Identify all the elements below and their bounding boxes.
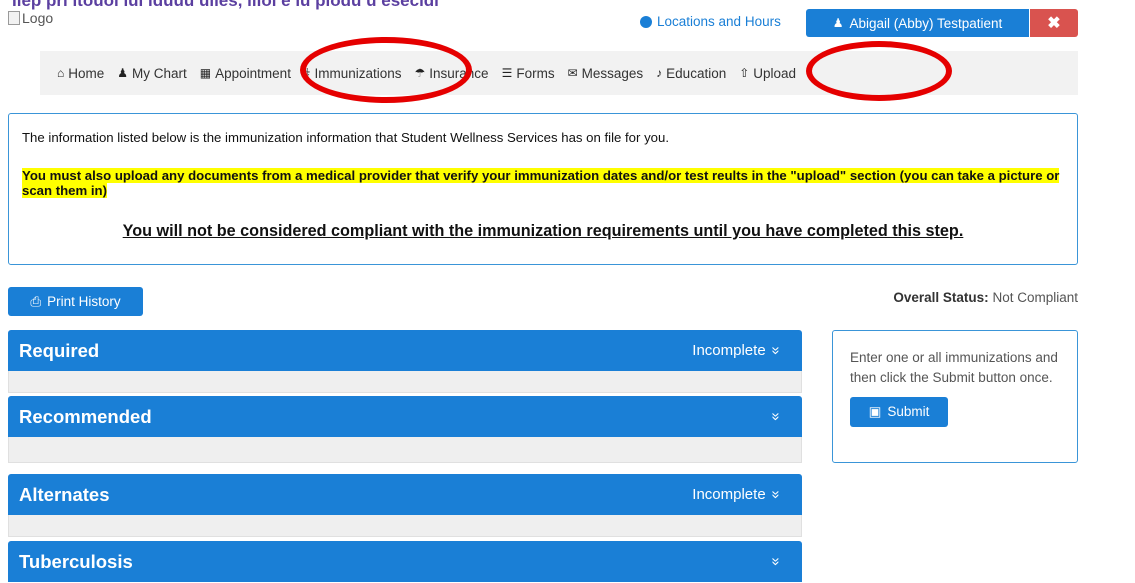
home-icon: ⌂	[57, 66, 65, 80]
upload-icon: ⇧	[739, 66, 750, 80]
main-nav: ⌂ Home ♟ My Chart ▦ Appointment ⚕ Immuni…	[40, 51, 1078, 95]
section-alternates: Alternates Incomplete »	[8, 474, 802, 537]
section-status: Incomplete	[692, 486, 766, 503]
submit-button[interactable]: ▣ Submit	[850, 397, 948, 428]
chevron-double-down-icon: »	[767, 557, 785, 566]
print-icon: ⎙	[30, 293, 42, 309]
nav-label: My Chart	[132, 65, 187, 81]
section-header[interactable]: Alternates Incomplete »	[8, 474, 802, 515]
immunization-info-box: The information listed below is the immu…	[8, 113, 1078, 265]
nav-label: Education	[666, 65, 727, 81]
chevron-double-down-icon: »	[767, 346, 785, 355]
nav-item-education[interactable]: ♪ Education	[656, 66, 726, 81]
globe-icon	[640, 15, 652, 28]
upload-warning: You must also upload any documents from …	[22, 168, 1064, 198]
user-icon: ♟	[832, 16, 844, 30]
upload-warning-text: You must also upload any documents from …	[22, 168, 1060, 198]
submit-panel: Enter one or all immunizations and then …	[832, 330, 1078, 463]
envelope-icon: ✉	[567, 66, 578, 80]
nav-label: Forms	[516, 65, 555, 81]
nav-item-upload[interactable]: ⇧ Upload	[739, 66, 796, 81]
overall-status: Overall Status: Not Compliant	[893, 290, 1078, 305]
user-icon: ♟	[117, 66, 129, 80]
nav-item-messages[interactable]: ✉ Messages	[568, 66, 644, 81]
section-header[interactable]: Tuberculosis »	[8, 541, 802, 582]
cropped-instruction-text: Ilep pri itouoi iui iduuu ulies, ilioi e…	[12, 0, 439, 10]
print-label: Print History	[47, 294, 121, 309]
chevron-double-down-icon: »	[767, 412, 785, 421]
print-history-button[interactable]: ⎙ Print History	[8, 287, 143, 316]
nav-label: Insurance	[429, 65, 489, 81]
nav-label: Appointment	[215, 65, 291, 81]
logo-alt-text: Logo	[22, 10, 54, 26]
section-title: Recommended	[19, 405, 152, 427]
section-title: Tuberculosis	[19, 550, 133, 572]
section-tuberculosis: Tuberculosis »	[8, 541, 802, 582]
nav-item-immunizations[interactable]: ⚕ Immunizations	[304, 66, 402, 81]
nav-item-my-chart[interactable]: ♟ My Chart	[117, 66, 187, 81]
calendar-icon: ▦	[199, 66, 212, 80]
section-required: Required Incomplete »	[8, 330, 802, 393]
section-title: Alternates	[19, 483, 110, 505]
bell-icon: ♪	[656, 66, 663, 80]
nav-label: Immunizations	[314, 65, 402, 81]
nav-item-forms[interactable]: ☰ Forms	[502, 66, 555, 81]
section-title: Required	[19, 339, 100, 361]
status-label: Overall Status:	[893, 290, 989, 305]
user-name: Abigail (Abby) Testpatient	[849, 15, 1003, 31]
section-body	[8, 371, 802, 393]
submit-label: Submit	[887, 404, 930, 420]
close-icon: ✖	[1047, 15, 1061, 32]
nav-label: Messages	[581, 65, 644, 81]
broken-image-icon	[8, 11, 20, 25]
user-account-button[interactable]: ♟ Abigail (Abby) Testpatient	[806, 9, 1029, 37]
nav-item-insurance[interactable]: ☂ Insurance	[415, 66, 489, 81]
section-header[interactable]: Recommended »	[8, 396, 802, 437]
umbrella-icon: ☂	[414, 66, 426, 80]
nav-label: Home	[68, 65, 105, 81]
chevron-double-down-icon: »	[767, 490, 785, 499]
logout-button[interactable]: ✖	[1030, 9, 1078, 37]
section-body	[8, 437, 802, 463]
status-value: Not Compliant	[992, 290, 1078, 305]
nav-item-appointment[interactable]: ▦ Appointment	[200, 66, 291, 81]
submit-instructions: Enter one or all immunizations and then …	[850, 350, 1058, 385]
compliance-notice: You will not be considered compliant wit…	[122, 222, 964, 240]
section-recommended: Recommended »	[8, 396, 802, 463]
logo-image: Logo	[8, 10, 53, 26]
info-text: The information listed below is the immu…	[22, 130, 669, 145]
section-body	[8, 515, 802, 537]
locations-and-hours-link[interactable]: Locations and Hours	[640, 14, 781, 29]
stethoscope-icon: ⚕	[303, 66, 311, 80]
locations-label: Locations and Hours	[657, 14, 781, 29]
nav-label: Upload	[753, 65, 797, 81]
nav-item-home[interactable]: ⌂ Home	[57, 66, 104, 81]
section-header[interactable]: Required Incomplete »	[8, 330, 802, 371]
section-status: Incomplete	[692, 342, 766, 359]
list-icon: ☰	[501, 66, 513, 80]
save-icon: ▣	[868, 404, 882, 420]
